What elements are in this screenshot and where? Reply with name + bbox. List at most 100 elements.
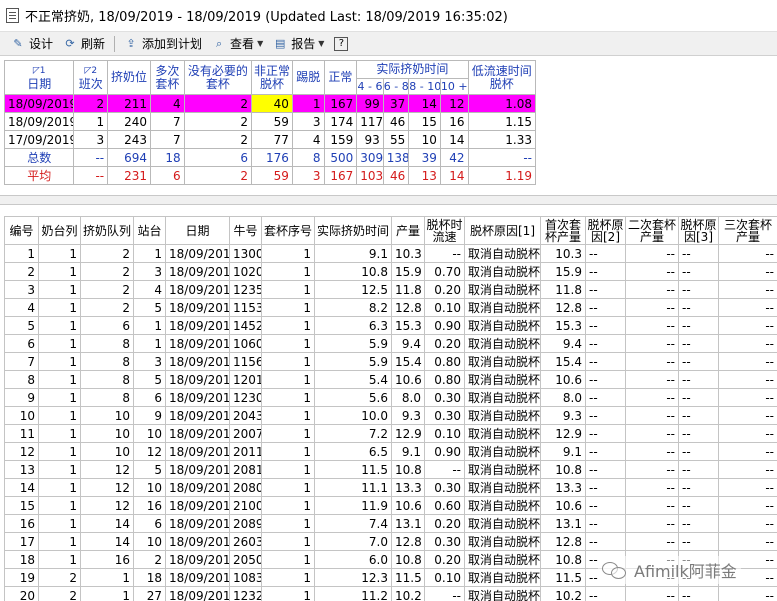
table-cell: 8 (80, 352, 134, 371)
view-button[interactable]: ⌕ 查看 ▼ (207, 34, 268, 54)
col-header-actual-time: 实际挤奶时间 (356, 60, 469, 79)
col-header-10-plus[interactable]: 10 + (439, 78, 469, 95)
table-cell: 1 (80, 586, 134, 601)
table-cell: 1 (261, 550, 315, 569)
table-cell: 14 (80, 532, 134, 551)
col-header-abnormal-detach[interactable]: 非正常脱杯 (251, 60, 293, 95)
table-cell: 0.10 (424, 424, 465, 443)
col-header-date[interactable]: 日期 (165, 216, 230, 245)
col-header-station[interactable]: 站台 (133, 216, 166, 245)
table-row[interactable]: 818518/09/2019120115.410.60.80取消自动脱杯10.6… (4, 370, 777, 389)
table-row[interactable]: 171141018/09/2019260317.012.80.30取消自动脱杯1… (4, 532, 777, 551)
table-cell: 取消自动脱杯 (464, 352, 541, 371)
col-header-detach-reason-2[interactable]: 脱杯原因[2] (585, 216, 626, 245)
table-cell: 1 (133, 244, 166, 263)
table-cell: 18/09/2019 (165, 424, 230, 443)
table-cell: -- (585, 352, 626, 371)
table-row[interactable]: 112118/09/2019130019.110.3--取消自动脱杯10.3--… (4, 244, 777, 263)
table-cell: 5.6 (314, 388, 392, 407)
col-header-date[interactable]: ◸1 日期 (3, 60, 75, 95)
col-header-shift[interactable]: ◸2 班次 (73, 60, 109, 95)
col-header-unneeded-attach[interactable]: 没有必要的套杯 (183, 60, 253, 95)
table-row[interactable]: 121101218/09/2019201116.59.10.90取消自动脱杯9.… (4, 442, 777, 461)
table-row[interactable]: 918618/09/2019123015.68.00.30取消自动脱杯8.0--… (4, 388, 777, 407)
table-cell: -- (718, 478, 777, 497)
table-cell: -- (625, 388, 679, 407)
col-header-multi-attach[interactable]: 多次套杯 (149, 60, 185, 95)
table-cell: 0.20 (424, 334, 465, 353)
table-cell: 1 (38, 478, 81, 497)
chevron-down-icon: ▼ (318, 39, 325, 48)
refresh-button[interactable]: ⟳ 刷新 (58, 34, 110, 54)
table-cell: 10 (80, 442, 134, 461)
highlighted-cell[interactable]: 40 (251, 94, 293, 113)
table-cell: 1 (261, 280, 315, 299)
table-cell: 1 (38, 370, 81, 389)
table-row[interactable]: 10110918/09/20192043110.09.30.30取消自动脱杯9.… (4, 406, 777, 425)
col-header-first-yield[interactable]: 首次套杯产量 (540, 216, 586, 245)
table-row[interactable]: 312418/09/20191235112.511.80.20取消自动脱杯11.… (4, 280, 777, 299)
col-header-detach-reason-3[interactable]: 脱杯原因[3] (678, 216, 719, 245)
table-row[interactable]: 13112518/09/20192081111.510.8--取消自动脱杯10.… (4, 460, 777, 479)
add-to-plan-button[interactable]: ⇪ 添加到计划 (119, 34, 207, 54)
table-cell: 0.20 (424, 550, 465, 569)
summary-row[interactable]: 18/09/2019 2 211 4 2 40 1 167 99 37 14 1… (3, 94, 536, 113)
table-cell: 取消自动脱杯 (464, 496, 541, 515)
table-row[interactable]: 141121018/09/20192080111.113.30.30取消自动脱杯… (4, 478, 777, 497)
panel-splitter[interactable] (0, 195, 777, 205)
table-cell: 12.8 (391, 532, 425, 551)
table-row[interactable]: 718318/09/2019115615.915.40.80取消自动脱杯15.4… (4, 352, 777, 371)
table-cell: 11 (4, 424, 39, 443)
table-cell: 6.0 (314, 550, 392, 569)
design-button[interactable]: ✎ 设计 (6, 34, 58, 54)
table-cell: -- (718, 532, 777, 551)
col-header-second-yield[interactable]: 二次套杯产量 (625, 216, 679, 245)
table-cell: -- (625, 280, 679, 299)
col-header-parlor-row[interactable]: 奶台列 (38, 216, 81, 245)
col-header-normal[interactable]: 正常 (323, 60, 358, 95)
table-row[interactable]: 618118/09/2019106015.99.40.20取消自动脱杯9.4--… (4, 334, 777, 353)
col-header-6-8[interactable]: 6 - 8 (382, 78, 410, 95)
table-cell: 10.8 (391, 550, 425, 569)
table-cell: 1 (38, 550, 81, 569)
table-cell: 9.1 (540, 442, 586, 461)
summary-row[interactable]: 18/09/2019 1 240 7 2 59 3 174 117 46 15 … (3, 112, 536, 131)
summary-row[interactable]: 17/09/2019 3 243 7 2 77 4 159 93 55 10 1… (3, 130, 536, 149)
col-header-id[interactable]: 编号 (4, 216, 39, 245)
table-cell: 2089 (229, 514, 262, 533)
col-header-8-10[interactable]: 8 - 10 (408, 78, 441, 95)
table-cell: 18/09/2019 (165, 460, 230, 479)
table-cell: 12.8 (540, 532, 586, 551)
col-header-actual-time[interactable]: 实际挤奶时间 (314, 216, 392, 245)
table-cell: 11.2 (314, 586, 392, 601)
table-row[interactable]: 412518/09/2019115318.212.80.10取消自动脱杯12.8… (4, 298, 777, 317)
table-row[interactable]: 20212718/09/20191232111.210.2--取消自动脱杯10.… (4, 586, 777, 601)
summary-table: ◸1 日期 ◸2 班次 挤奶位 多次套杯 没有必要的套杯 非正常脱杯 踢脱 正常 实… (3, 60, 536, 185)
table-cell: -- (585, 406, 626, 425)
help-button[interactable]: ? (329, 34, 357, 54)
design-label: 设计 (29, 37, 54, 51)
col-header-attach-no[interactable]: 套杯序号 (261, 216, 315, 245)
col-header-yield[interactable]: 产量 (391, 216, 425, 245)
table-row[interactable]: 111101018/09/2019200717.212.90.10取消自动脱杯1… (4, 424, 777, 443)
table-row[interactable]: 212318/09/20191020110.815.90.70取消自动脱杯15.… (4, 262, 777, 281)
col-header-low-flow[interactable]: 低流速时间脱杯 (467, 60, 536, 95)
table-cell: 10.6 (391, 370, 425, 389)
col-header-kickoff[interactable]: 踢脱 (291, 60, 325, 95)
table-row[interactable]: 151121618/09/20192100111.910.60.60取消自动脱杯… (4, 496, 777, 515)
col-header-stalls[interactable]: 挤奶位 (107, 60, 151, 95)
table-cell: 1 (38, 460, 81, 479)
table-cell: 1 (261, 514, 315, 533)
col-header-third-yield[interactable]: 三次套杯产量 (718, 216, 777, 245)
col-header-4-6[interactable]: 4 - 6 (356, 78, 384, 95)
report-button[interactable]: ▤ 报告 ▼ (268, 34, 329, 54)
col-header-queue[interactable]: 挤奶队列 (80, 216, 134, 245)
table-cell: 2080 (229, 478, 262, 497)
table-cell: -- (585, 298, 626, 317)
col-header-detach-flow[interactable]: 脱杯时流速 (424, 216, 465, 245)
col-header-detach-reason[interactable]: 脱杯原因[1] (464, 216, 541, 245)
table-row[interactable]: 16114618/09/2019208917.413.10.20取消自动脱杯13… (4, 514, 777, 533)
table-row[interactable]: 516118/09/2019145216.315.30.90取消自动脱杯15.3… (4, 316, 777, 335)
table-cell: 5.9 (314, 352, 392, 371)
col-header-cow[interactable]: 牛号 (229, 216, 262, 245)
